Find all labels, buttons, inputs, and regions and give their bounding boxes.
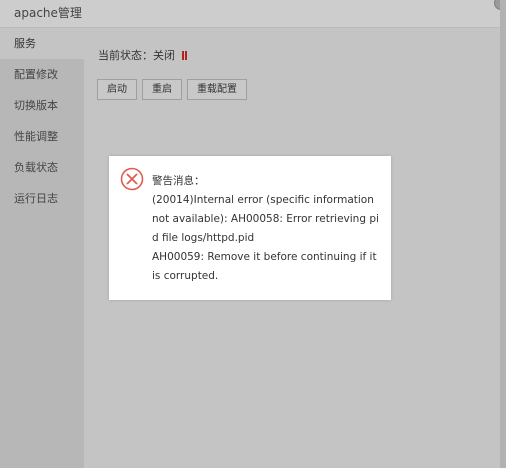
sidebar-item-run-log[interactable]: 运行日志 <box>0 183 84 214</box>
error-message: 警告消息： (20014)Internal error (specific inf… <box>152 172 381 286</box>
status-stopped-icon <box>181 49 187 62</box>
action-buttons: 启动 重启 重载配置 <box>97 79 252 100</box>
error-title: 警告消息： <box>152 175 205 187</box>
start-button[interactable]: 启动 <box>97 79 137 100</box>
sidebar-item-version[interactable]: 切换版本 <box>0 90 84 121</box>
window-edge <box>500 0 506 468</box>
sidebar-item-performance[interactable]: 性能调整 <box>0 121 84 152</box>
error-body: (20014)Internal error (specific informat… <box>152 194 379 282</box>
window-titlebar: apache管理 <box>0 0 500 28</box>
sidebar-item-service[interactable]: 服务 <box>0 28 84 59</box>
service-status: 当前状态：关闭 <box>98 47 187 63</box>
status-label: 当前状态： <box>98 49 153 62</box>
status-value: 关闭 <box>153 49 175 62</box>
sidebar-item-load-status[interactable]: 负载状态 <box>0 152 84 183</box>
error-dialog: 警告消息： (20014)Internal error (specific inf… <box>109 156 391 300</box>
reload-config-button[interactable]: 重载配置 <box>187 79 247 100</box>
restart-button[interactable]: 重启 <box>142 79 182 100</box>
sidebar-item-config[interactable]: 配置修改 <box>0 59 84 90</box>
window-title: apache管理 <box>14 6 82 20</box>
error-circle-x-icon <box>120 167 144 191</box>
sidebar: 服务 配置修改 切换版本 性能调整 负载状态 运行日志 <box>0 28 84 468</box>
